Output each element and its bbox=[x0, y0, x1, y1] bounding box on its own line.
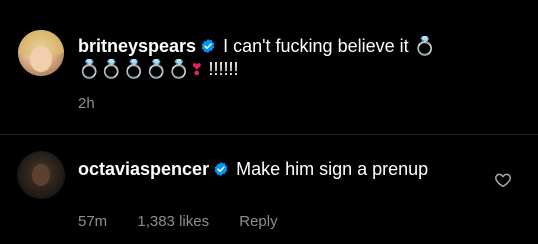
verified-badge-icon bbox=[201, 39, 215, 53]
avatar-face bbox=[30, 46, 52, 72]
ring-emoji: 💍 bbox=[413, 36, 437, 57]
heart-outline-icon[interactable] bbox=[494, 171, 512, 189]
comment-likes[interactable]: 1,383 likes bbox=[137, 213, 209, 230]
comment-text: Make him sign a prenup bbox=[236, 159, 429, 179]
reply-button[interactable]: Reply bbox=[239, 213, 277, 230]
comment-time: 57m bbox=[78, 213, 108, 230]
verified-badge-icon bbox=[214, 162, 228, 176]
avatar[interactable] bbox=[18, 152, 64, 198]
heart-exclamation-emoji: ❣ bbox=[190, 60, 204, 79]
avatar[interactable] bbox=[18, 30, 64, 76]
avatar-face bbox=[32, 164, 50, 186]
comment-meta: 57m 1,383 likes Reply bbox=[78, 213, 304, 230]
comment-time: 2h bbox=[78, 95, 95, 112]
comment-item: britneyspears I can't fucking believe it… bbox=[0, 0, 538, 134]
comment-text: I can't fucking believe it bbox=[223, 36, 409, 56]
comment-body: britneyspears I can't fucking believe it… bbox=[78, 35, 518, 81]
ring-emoji-row: 💍💍💍💍💍 bbox=[78, 59, 191, 80]
comment-exclaims: !!!!!! bbox=[208, 59, 239, 79]
comment-username[interactable]: britneyspears bbox=[78, 36, 196, 56]
comment-body: octaviaspencer Make him sign a prenup bbox=[78, 158, 478, 180]
comment-username[interactable]: octaviaspencer bbox=[78, 159, 209, 179]
comment-meta: 2h bbox=[78, 95, 121, 112]
